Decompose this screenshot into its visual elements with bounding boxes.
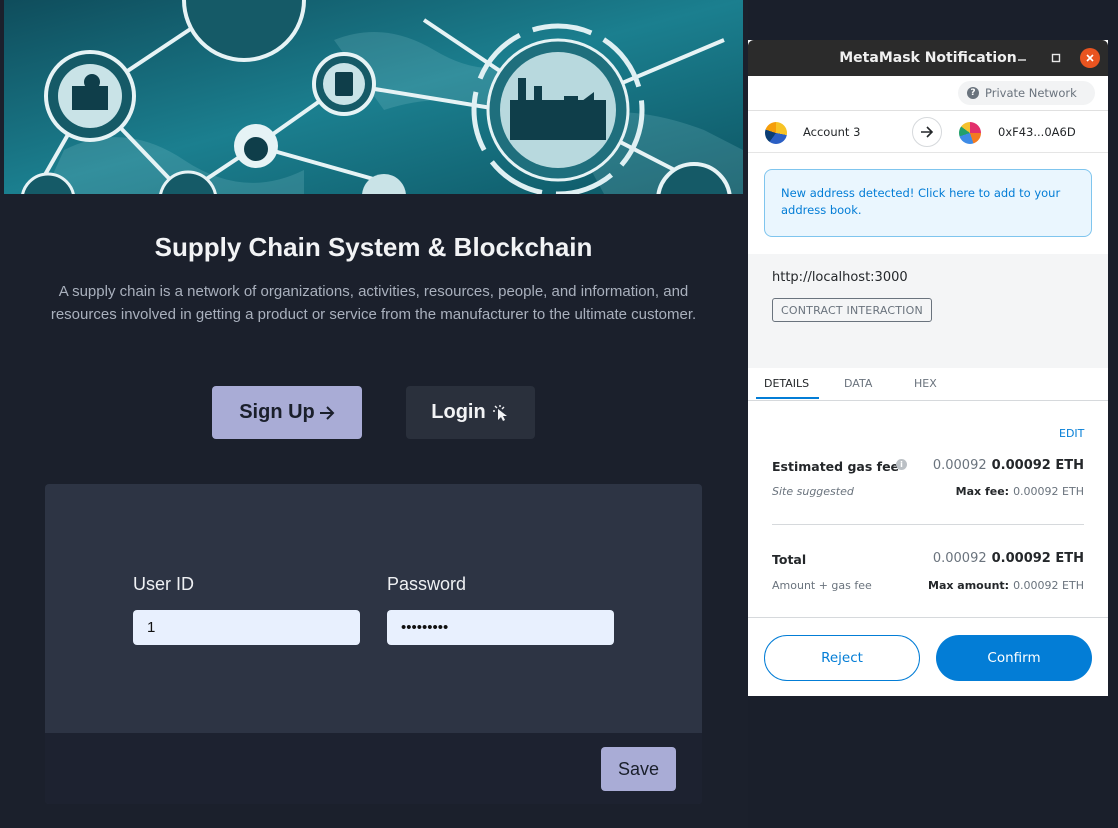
total-primary: 0.00092 ETH xyxy=(991,551,1084,566)
user-id-label: User ID xyxy=(133,574,195,594)
gas-fee-label: Estimated gas fee xyxy=(772,459,900,474)
tab-hex[interactable]: HEX xyxy=(914,377,937,390)
edit-gas-link[interactable]: EDIT xyxy=(1059,427,1084,440)
question-icon: ? xyxy=(967,87,979,99)
max-amount-label: Max amount: xyxy=(928,579,1010,592)
password-input[interactable] xyxy=(387,610,614,645)
login-label: Login xyxy=(431,401,486,423)
total-subtext: Amount + gas fee xyxy=(772,579,872,592)
network-selector[interactable]: ? Private Network xyxy=(958,81,1095,105)
footer-divider xyxy=(748,617,1108,618)
tab-data[interactable]: DATA xyxy=(844,377,872,390)
reject-button[interactable]: Reject xyxy=(764,635,920,681)
new-address-notice[interactable]: New address detected! Click here to add … xyxy=(764,169,1092,237)
maximize-icon[interactable] xyxy=(1046,48,1066,68)
recipient-address[interactable]: 0xF43...0A6D xyxy=(998,125,1076,139)
divider xyxy=(772,524,1084,525)
sender-recipient-row: Account 3 0xF43...0A6D xyxy=(748,111,1108,153)
password-label: Password xyxy=(387,574,467,594)
user-id-input[interactable] xyxy=(133,610,360,645)
sign-up-label: Sign Up xyxy=(239,401,315,423)
total-secondary: 0.00092 xyxy=(932,551,987,566)
gas-fee-secondary: 0.00092 xyxy=(932,458,987,473)
transaction-tabs: DETAILS DATA HEX xyxy=(748,368,1108,401)
metamask-notification-window: MetaMask Notification ? Private Network … xyxy=(748,40,1108,696)
sender-avatar xyxy=(765,122,787,144)
confirm-button[interactable]: Confirm xyxy=(936,635,1092,681)
page-description: A supply chain is a network of organizat… xyxy=(50,283,697,323)
save-button[interactable]: Save xyxy=(601,747,676,791)
page-title: Supply Chain System & Blockchain xyxy=(154,232,593,262)
arrow-right-icon xyxy=(912,117,942,147)
max-fee-line: Max fee: 0.00092 ETH xyxy=(956,485,1084,498)
origin-url: http://localhost:3000 xyxy=(772,270,908,285)
close-icon[interactable] xyxy=(1080,48,1100,68)
total-amount: 0.00092 0.00092 ETH xyxy=(933,551,1084,566)
max-amount-value: 0.00092 ETH xyxy=(1013,579,1084,592)
contract-interaction-badge: CONTRACT INTERACTION xyxy=(772,298,932,322)
recipient-avatar xyxy=(959,122,981,144)
minimize-icon[interactable] xyxy=(1012,48,1032,68)
max-amount-line: Max amount: 0.00092 ETH xyxy=(928,579,1084,592)
total-label: Total xyxy=(772,552,807,567)
supply-chain-network-illustration xyxy=(4,0,743,194)
gas-fee-amount: 0.00092 0.00092 ETH xyxy=(933,458,1084,473)
gas-fee-subtext: Site suggested xyxy=(772,485,854,498)
sender-account-name[interactable]: Account 3 xyxy=(803,125,860,139)
network-bar: ? Private Network xyxy=(748,76,1108,111)
sign-up-button[interactable]: Sign Up xyxy=(212,386,362,439)
hero-banner-image xyxy=(4,0,743,194)
info-icon[interactable]: i xyxy=(896,459,907,470)
credentials-form-card: User ID Password Save xyxy=(45,484,702,804)
supply-chain-page: Supply Chain System & Blockchain A suppl… xyxy=(0,0,748,828)
login-button[interactable]: Login xyxy=(406,386,535,439)
tab-details[interactable]: DETAILS xyxy=(764,377,809,390)
clipboard-icon xyxy=(335,72,353,96)
network-name: Private Network xyxy=(985,86,1077,100)
max-fee-label: Max fee: xyxy=(955,485,1010,498)
active-tab-indicator xyxy=(756,397,819,399)
pointer-click-icon xyxy=(492,404,507,421)
origin-section: http://localhost:3000 CONTRACT INTERACTI… xyxy=(748,254,1108,368)
window-titlebar[interactable]: MetaMask Notification xyxy=(748,40,1108,76)
max-fee-value: 0.00092 ETH xyxy=(1013,485,1084,498)
gas-fee-primary: 0.00092 ETH xyxy=(991,458,1084,473)
stopwatch-icon xyxy=(244,137,268,161)
arrow-right-icon xyxy=(319,405,335,420)
